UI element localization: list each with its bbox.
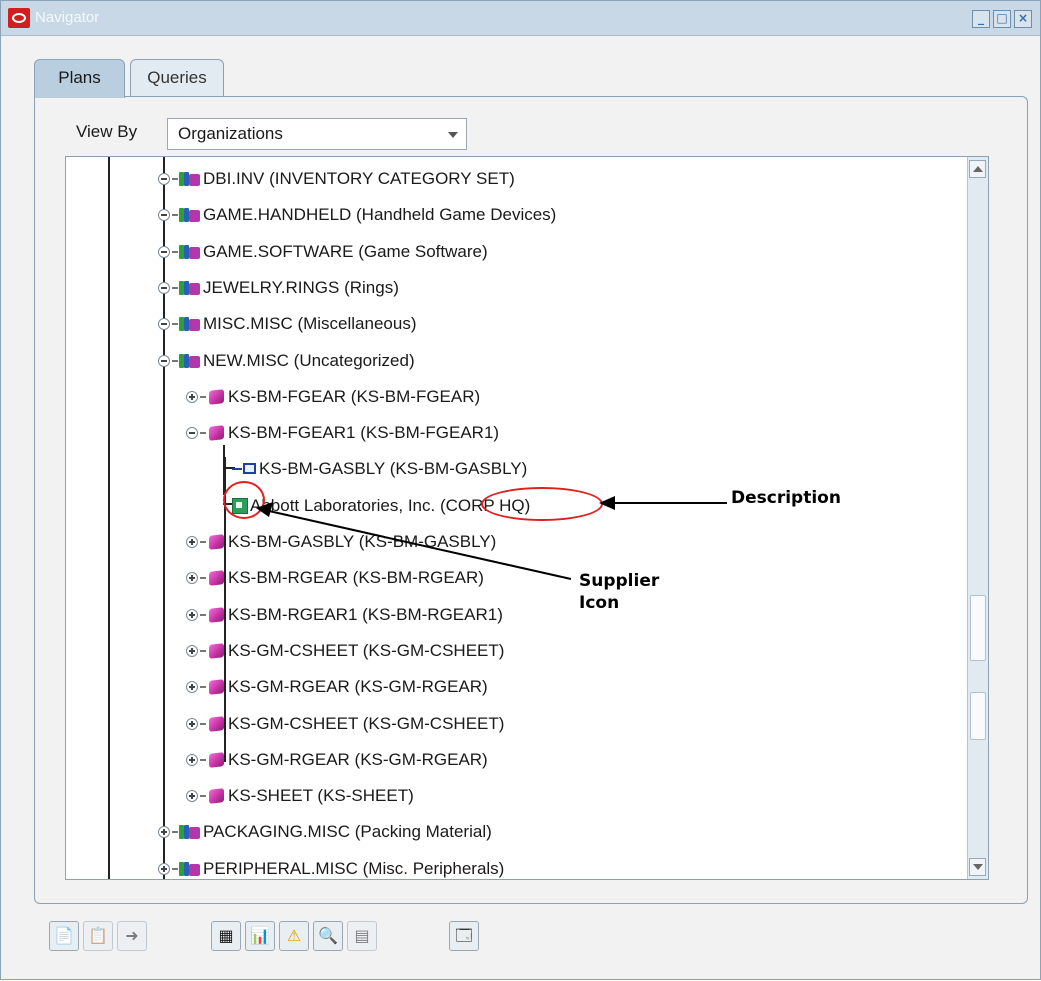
launch-plan-button[interactable]: ➜ xyxy=(117,921,147,951)
grid-icon: ▦ xyxy=(218,926,234,945)
supplier-arrow xyxy=(268,510,572,580)
description-callout: Description xyxy=(731,488,841,508)
supplier-icon-callout: Supplier Icon xyxy=(579,571,660,613)
warning-icon: ⚠ xyxy=(286,926,302,945)
navigator-window: Navigator _ □ × Plans Queries View By Or… xyxy=(0,0,1041,980)
workbench-icon: 🗔 xyxy=(455,926,473,945)
copy-plan-button[interactable]: 📋 xyxy=(83,921,113,951)
properties-icon: ▤ xyxy=(354,926,370,945)
bottom-toolbar-views: ▦ 📊 ⚠ 🔍 ▤ xyxy=(211,921,377,951)
copy-document-icon: 📋 xyxy=(88,926,108,945)
tab-plans[interactable]: Plans xyxy=(34,59,125,98)
workbench-button[interactable]: 🗔 xyxy=(449,921,479,951)
chart-view-button[interactable]: 📊 xyxy=(245,921,275,951)
bottom-toolbar: 📄 📋 ➜ xyxy=(49,921,147,951)
find-button[interactable]: 🔍 xyxy=(313,921,343,951)
bottom-toolbar-workbench: 🗔 xyxy=(449,921,479,951)
forward-document-icon: ➜ xyxy=(125,926,139,945)
bar-chart-icon: 📊 xyxy=(250,926,270,945)
annotation-arrows xyxy=(256,496,727,580)
magnifier-icon: 🔍 xyxy=(318,926,338,945)
supplier-arrowhead xyxy=(256,502,273,517)
grid-view-button[interactable]: ▦ xyxy=(211,921,241,951)
exceptions-button[interactable]: ⚠ xyxy=(279,921,309,951)
description-arrowhead xyxy=(599,496,615,510)
new-plan-button[interactable]: 📄 xyxy=(49,921,79,951)
properties-button[interactable]: ▤ xyxy=(347,921,377,951)
new-document-icon: 📄 xyxy=(54,926,74,945)
